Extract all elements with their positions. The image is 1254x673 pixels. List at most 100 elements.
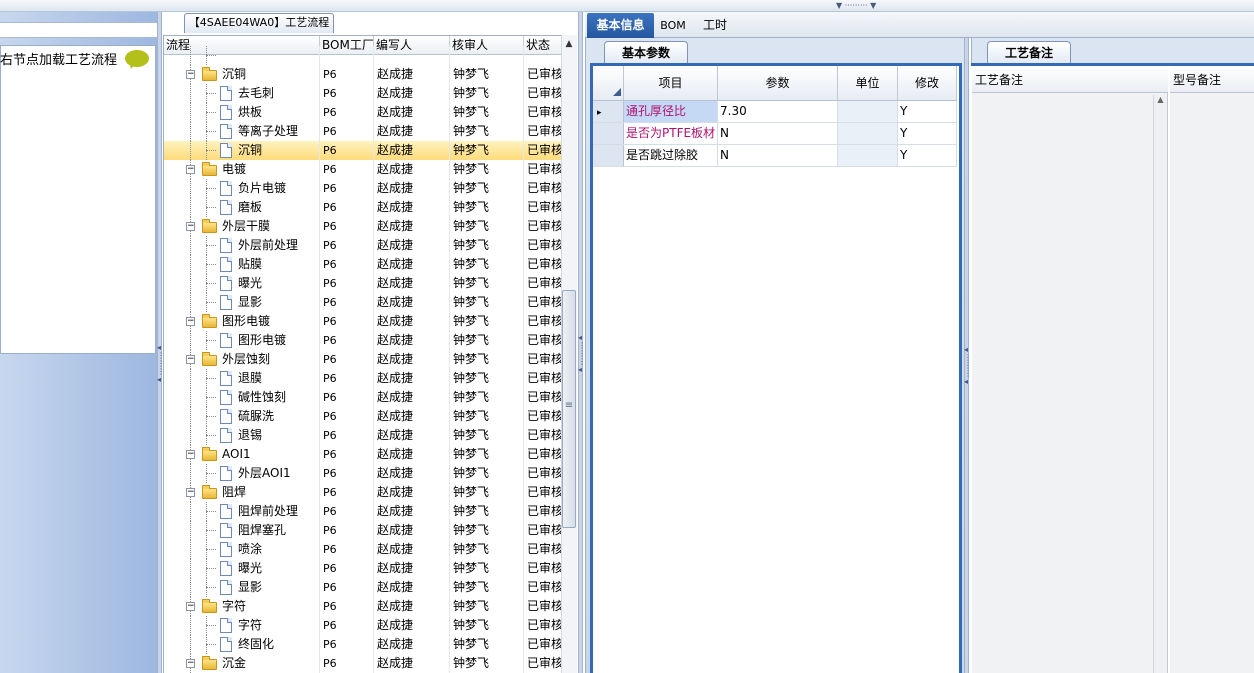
tree-row[interactable]: 终固化 P6 赵成捷 钟梦飞 已审核	[164, 635, 564, 654]
tree-row[interactable]: 图形电镀 P6 赵成捷 钟梦飞 已审核	[164, 331, 564, 350]
tree-row[interactable]: 阻焊塞孔 P6 赵成捷 钟梦飞 已审核	[164, 521, 564, 540]
tree-row[interactable]: − 外层蚀刻 P6 赵成捷 钟梦飞 已审核	[164, 350, 564, 369]
tree-row[interactable]: − 沉铜 P6 赵成捷 钟梦飞 已审核	[164, 65, 564, 84]
tree-row[interactable]: 喷涂 P6 赵成捷 钟梦飞 已审核	[164, 540, 564, 559]
col-header-model-remark[interactable]: 型号备注	[1170, 68, 1254, 93]
col-header-item[interactable]: 项目	[624, 66, 718, 101]
collapse-icon[interactable]: −	[186, 488, 195, 497]
tab-basic-info[interactable]: 基本信息	[587, 13, 654, 38]
tree-node-label[interactable]: 显影	[238, 578, 262, 597]
cell-modify[interactable]: Y	[898, 145, 957, 166]
tree-node-label[interactable]: 沉铜	[238, 141, 262, 160]
process-flow-tab[interactable]: 【4SAEE04WA0】工艺流程	[184, 13, 334, 33]
tree-row[interactable]: − 阻焊 P6 赵成捷 钟梦飞 已审核	[164, 483, 564, 502]
params-row[interactable]: 是否为PTFE板材 N Y	[593, 123, 957, 145]
tree-row[interactable]: 字符 P6 赵成捷 钟梦飞 已审核	[164, 616, 564, 635]
tree-row[interactable]: 烘板 P6 赵成捷 钟梦飞 已审核	[164, 103, 564, 122]
tree-node-label[interactable]: 去毛刺	[238, 84, 274, 103]
tree-node-label[interactable]: 阻焊	[222, 483, 246, 502]
tree-node-label[interactable]: AOI1	[222, 445, 251, 464]
collapse-icon[interactable]: −	[186, 355, 195, 364]
tree-node-label[interactable]: 阻焊前处理	[238, 502, 298, 521]
cell-modify[interactable]: Y	[898, 101, 957, 122]
tree-row[interactable]: 沉铜 P6 赵成捷 钟梦飞 已审核	[164, 141, 564, 160]
tree-row[interactable]: − 图形电镀 P6 赵成捷 钟梦飞 已审核	[164, 312, 564, 331]
scroll-up-icon[interactable]: ▲	[561, 37, 577, 51]
tree-row[interactable]: 去毛刺 P6 赵成捷 钟梦飞 已审核	[164, 84, 564, 103]
collapse-icon[interactable]: −	[186, 450, 195, 459]
tree-row[interactable]: − 沉金 P6 赵成捷 钟梦飞 已审核	[164, 654, 564, 673]
tree-node-label[interactable]: 外层蚀刻	[222, 350, 270, 369]
tree-row[interactable]: 碱性蚀刻 P6 赵成捷 钟梦飞 已审核	[164, 388, 564, 407]
tree-row[interactable]: 硫脲洗 P6 赵成捷 钟梦飞 已审核	[164, 407, 564, 426]
tree-node-label[interactable]: 碱性蚀刻	[238, 388, 286, 407]
right-splitter-grip[interactable]: ◂ ⋮ ⋮ ⋮ ◂	[964, 346, 972, 386]
cell-param[interactable]: 7.30	[718, 101, 838, 122]
tree-node-label[interactable]: 显影	[238, 293, 262, 312]
tree-node-label[interactable]: 外层干膜	[222, 217, 270, 236]
tree-row[interactable]: 磨板 P6 赵成捷 钟梦飞 已审核	[164, 198, 564, 217]
tree-row[interactable]: 退膜 P6 赵成捷 钟梦飞 已审核	[164, 369, 564, 388]
tree-row[interactable]: 等离子处理 P6 赵成捷 钟梦飞 已审核	[164, 122, 564, 141]
tree-node-label[interactable]: 外层AOI1	[238, 464, 291, 483]
tree-node-label[interactable]: 沉金	[222, 654, 246, 673]
tree-node-label[interactable]: 沉铜	[222, 65, 246, 84]
tree-row[interactable]: 外层前处理 P6 赵成捷 钟梦飞 已审核	[164, 236, 564, 255]
col-header-unit[interactable]: 单位	[838, 66, 898, 101]
tree-node-label[interactable]: 磨板	[238, 198, 262, 217]
tab-bom[interactable]: BOM	[660, 13, 686, 38]
tree-node-label[interactable]: 字符	[222, 597, 246, 616]
tree-row[interactable]: − AOI1 P6 赵成捷 钟梦飞 已审核	[164, 445, 564, 464]
cell-modify[interactable]: Y	[898, 123, 957, 144]
cell-item[interactable]: 是否跳过除胶	[624, 145, 718, 166]
tree-row[interactable]	[164, 46, 564, 65]
tree-row[interactable]: 显影 P6 赵成捷 钟梦飞 已审核	[164, 293, 564, 312]
collapse-icon[interactable]: −	[186, 317, 195, 326]
cell-param[interactable]: N	[718, 145, 838, 166]
tree-node-label[interactable]: 烘板	[238, 103, 262, 122]
cell-item[interactable]: 通孔厚径比	[624, 101, 718, 122]
cell-unit[interactable]	[838, 101, 898, 122]
tree-row[interactable]: 阻焊前处理 P6 赵成捷 钟梦飞 已审核	[164, 502, 564, 521]
tree-node-label[interactable]: 硫脲洗	[238, 407, 274, 426]
tree-row[interactable]: 退锡 P6 赵成捷 钟梦飞 已审核	[164, 426, 564, 445]
col-header-modify[interactable]: 修改	[898, 66, 957, 101]
tree-node-label[interactable]: 喷涂	[238, 540, 262, 559]
tree-row[interactable]: − 字符 P6 赵成捷 钟梦飞 已审核	[164, 597, 564, 616]
tab-basic-params[interactable]: 基本参数	[604, 41, 688, 63]
params-row[interactable]: ▸ 通孔厚径比 7.30 Y	[593, 101, 957, 123]
tree-node-label[interactable]: 终固化	[238, 635, 274, 654]
tree-row[interactable]: 曝光 P6 赵成捷 钟梦飞 已审核	[164, 559, 564, 578]
tree-node-label[interactable]: 退膜	[238, 369, 262, 388]
tree-row[interactable]: 显影 P6 赵成捷 钟梦飞 已审核	[164, 578, 564, 597]
cell-unit[interactable]	[838, 123, 898, 144]
col-header-param[interactable]: 参数	[718, 66, 838, 101]
tree-row[interactable]: 负片电镀 P6 赵成捷 钟梦飞 已审核	[164, 179, 564, 198]
tree-node-label[interactable]: 外层前处理	[238, 236, 298, 255]
tree-node-label[interactable]: 负片电镀	[238, 179, 286, 198]
middle-splitter-grip[interactable]: ◂ ⋮ ⋮ ⋮ ◂	[578, 334, 586, 374]
tree-node-label[interactable]: 贴膜	[238, 255, 262, 274]
cell-param[interactable]: N	[718, 123, 838, 144]
tree-node-label[interactable]: 等离子处理	[238, 122, 298, 141]
remark-scrollbar[interactable]: ▲	[1153, 95, 1167, 673]
tree-node-label[interactable]: 阻焊塞孔	[238, 521, 286, 540]
tree-node-label[interactable]: 字符	[238, 616, 262, 635]
tree-node-label[interactable]: 曝光	[238, 559, 262, 578]
tree-row[interactable]: 贴膜 P6 赵成捷 钟梦飞 已审核	[164, 255, 564, 274]
tree-row[interactable]: − 外层干膜 P6 赵成捷 钟梦飞 已审核	[164, 217, 564, 236]
params-row[interactable]: 是否跳过除胶 N Y	[593, 145, 957, 167]
tree-node-label[interactable]: 电镀	[222, 160, 246, 179]
col-header-process-remark[interactable]: 工艺备注	[972, 68, 1168, 93]
collapse-icon[interactable]: −	[186, 70, 195, 79]
tree-row[interactable]: 曝光 P6 赵成捷 钟梦飞 已审核	[164, 274, 564, 293]
collapse-icon[interactable]: −	[186, 165, 195, 174]
tree-node-label[interactable]: 退锡	[238, 426, 262, 445]
tree-node-label[interactable]: 图形电镀	[238, 331, 286, 350]
cell-unit[interactable]	[838, 145, 898, 166]
cell-item[interactable]: 是否为PTFE板材	[624, 123, 718, 144]
collapse-icon[interactable]: −	[186, 222, 195, 231]
tab-work-hours[interactable]: 工时	[700, 13, 730, 38]
tree-row[interactable]: 外层AOI1 P6 赵成捷 钟梦飞 已审核	[164, 464, 564, 483]
collapse-icon[interactable]: −	[186, 602, 195, 611]
